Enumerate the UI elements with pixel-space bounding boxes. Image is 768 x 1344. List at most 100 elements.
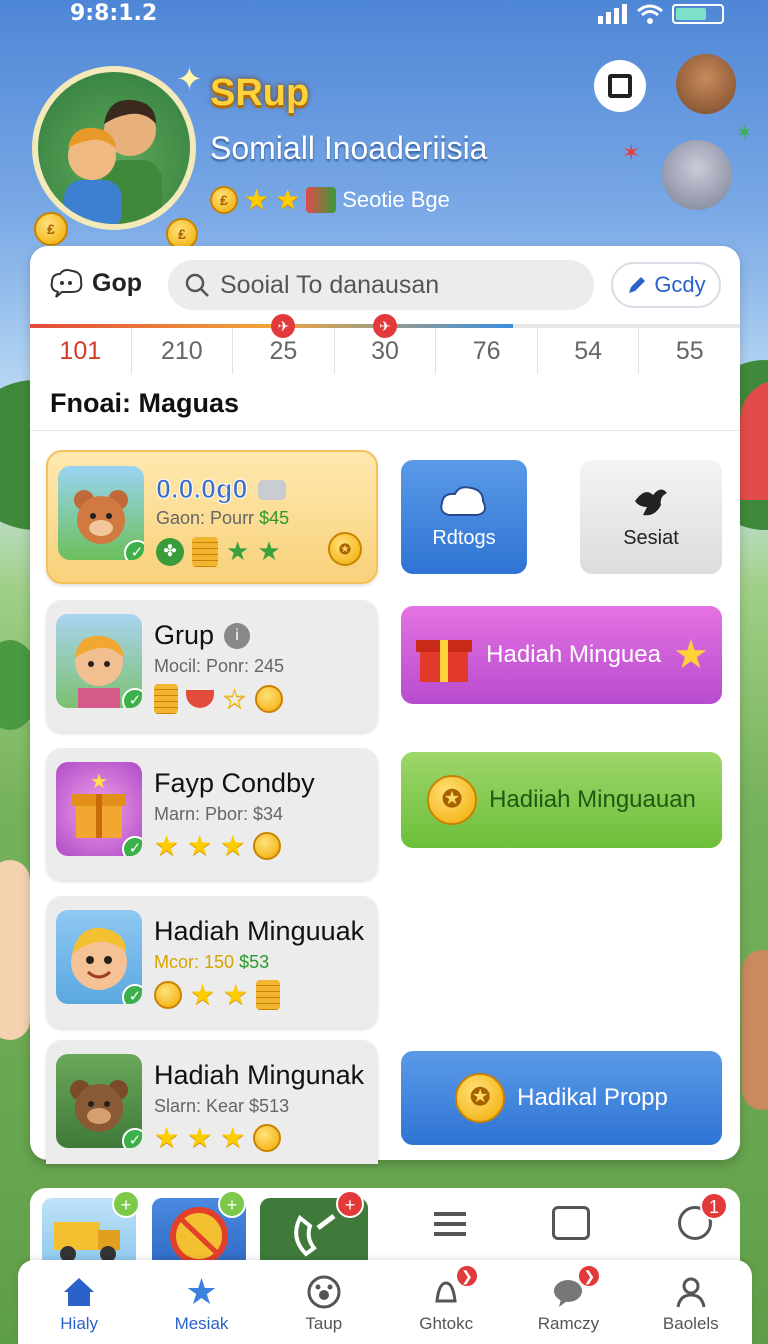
tab-label: Taup [305, 1314, 343, 1333]
tab-ramczy[interactable]: ❯ Ramczy [507, 1260, 629, 1344]
tab-label: Baolels [662, 1314, 719, 1333]
list-item[interactable]: ✓ Grup i Mocil: Ponr: 245 ☆ [46, 600, 378, 732]
window-button[interactable] [594, 60, 646, 112]
user-icon [673, 1274, 709, 1310]
hadikal-blue-label: Hadikal Propp [517, 1084, 668, 1111]
level-value[interactable]: 76 [436, 328, 538, 374]
tab-mesiak[interactable]: ★ Mesiak [140, 1260, 262, 1344]
tab-baolels[interactable]: Baolels [630, 1260, 752, 1344]
clover-icon: ✤ [156, 537, 184, 566]
truck-shortcut[interactable]: + [42, 1190, 140, 1268]
mascot-cat-icon [662, 140, 732, 210]
card-title: 0.0.0g0 [156, 474, 286, 505]
card-title-text: 0.0.0g0 [156, 474, 249, 505]
square-icon [608, 74, 632, 98]
level-value-text: 30 [371, 337, 399, 365]
check-icon: ✓ [122, 688, 142, 708]
level-value[interactable]: 55 [639, 328, 740, 374]
rdtogs-label: Rdtogs [432, 526, 496, 549]
tab-taup[interactable]: Taup [263, 1260, 385, 1344]
card-rewards: ★ ★ ★ [154, 830, 282, 861]
status-time: 9:8:1.2 [70, 1, 158, 26]
rdtogs-button[interactable]: Rdtogs [401, 460, 527, 574]
list-item[interactable]: ✓ 0.0.0g0 Gaon: Pourr $45 ✤ ★ ★ ✪ [46, 450, 378, 584]
hadikal-blue-button[interactable]: ✪ Hadikal Propp [401, 1051, 722, 1145]
star-icon: ★ [185, 1271, 218, 1312]
hadiah-pink-label: Hadiah Minguea [486, 641, 661, 668]
wifi-icon [637, 4, 663, 24]
star-icon: ★ [223, 979, 249, 1010]
coin-icon [253, 1124, 282, 1152]
search-input[interactable]: Sooial To danausan [168, 260, 594, 310]
star-icon: ★ [187, 1122, 213, 1153]
star-icon: ★ [244, 184, 270, 215]
card-subtitle: Mcor: 150 $53 [154, 952, 269, 973]
card-price: $45 [259, 508, 290, 528]
card-subtitle: Mocil: Ponr: 245 [154, 656, 285, 676]
star-icon: ★ [190, 979, 216, 1010]
info-icon[interactable]: i [224, 622, 251, 649]
coin-icon: ₤ [34, 212, 68, 246]
coin-icon: ₤ [210, 186, 238, 214]
tab-ghtokc[interactable]: ❯ Ghtokc [385, 1260, 507, 1344]
wheel-shortcut[interactable]: + [152, 1190, 246, 1268]
level-value[interactable]: ✈ 30 [335, 314, 437, 374]
star-icon: ★ [220, 830, 246, 861]
card-subtitle-text: Mcor: 150 [154, 952, 235, 972]
notification-badge: ❯ [454, 1264, 479, 1288]
card-title: Fayp Condby [154, 768, 315, 798]
search-placeholder: Sooial To danausan [220, 270, 440, 299]
confetti-icon: ✶ [736, 122, 753, 144]
group-tab[interactable]: Gop [50, 268, 142, 298]
clapper-icon [306, 187, 337, 213]
search-icon [185, 273, 209, 297]
sesiat-button[interactable]: Sesiat [580, 460, 722, 574]
tag-icon [257, 479, 286, 500]
card-subtitle-text: Gaon: Pourr [156, 508, 255, 528]
profile-badges: ₤ ★ ★ Seotie Bge [210, 186, 450, 214]
list-item[interactable]: ✓ Hadiah Mingunak Slarn: Kear $513 ★ ★ ★ [46, 1040, 378, 1164]
menu-icon[interactable] [434, 1212, 466, 1236]
section-title: Fnoai: Maguas [50, 388, 240, 418]
cloud-chat-icon [50, 269, 83, 298]
shortcut-tray: + + + 1 [30, 1188, 740, 1268]
card-rewards: ✤ ★ ★ [156, 536, 281, 567]
hadiah-pink-button[interactable]: Hadiah Minguea ★ [401, 606, 722, 704]
card-price: $53 [239, 952, 270, 972]
level-value[interactable]: 54 [538, 328, 640, 374]
profile-avatar[interactable] [32, 66, 196, 230]
card-rewards: ★ ★ ★ [154, 1122, 282, 1153]
tab-hialy[interactable]: Hialy [18, 1260, 140, 1344]
plus-badge: + [218, 1190, 246, 1218]
check-icon: ✓ [122, 984, 142, 1004]
card-rewards: ☆ [154, 684, 284, 714]
star-icon: ★ [187, 830, 213, 861]
edit-button[interactable]: Gcdy [611, 262, 721, 308]
list-item[interactable]: ✓ Hadiah Minguuak Mcor: 150 $53 ★ ★ [46, 896, 378, 1028]
kid-thumbnail: ✓ [56, 614, 142, 708]
notification-badge: + [336, 1190, 364, 1218]
bowl-icon [186, 690, 214, 708]
level-value[interactable]: 101 [30, 328, 132, 374]
level-value[interactable]: ✈ 25 [233, 314, 335, 374]
list-item[interactable]: ★ ✓ Fayp Condby Marn: Pbor: $34 ★ ★ ★ [46, 748, 378, 880]
pin-icon: ✈ [271, 314, 296, 338]
group-tab-label: Gop [92, 268, 142, 297]
gift-icon [416, 640, 473, 682]
star-icon: ★ [257, 536, 281, 566]
card-subtitle: Slarn: Kear $513 [154, 1096, 290, 1116]
coin-icon [154, 981, 182, 1009]
signal-icon [598, 4, 627, 24]
phone-shortcut[interactable]: + [260, 1190, 368, 1268]
star-icon: ★ [672, 633, 709, 677]
level-value[interactable]: 210 [132, 328, 234, 374]
hadiah-green-button[interactable]: ✪ Hadiiah Minguauan [401, 752, 722, 848]
sesiat-label: Sesiat [623, 526, 679, 549]
coin-stack-icon [192, 536, 218, 567]
pencil-icon [629, 277, 646, 293]
level-value-text: 25 [269, 337, 298, 365]
edit-button-label: Gcdy [654, 272, 706, 297]
tab-label: Ramczy [537, 1314, 600, 1333]
image-icon[interactable] [552, 1206, 590, 1240]
tab-label: Ghtokc [419, 1314, 474, 1333]
